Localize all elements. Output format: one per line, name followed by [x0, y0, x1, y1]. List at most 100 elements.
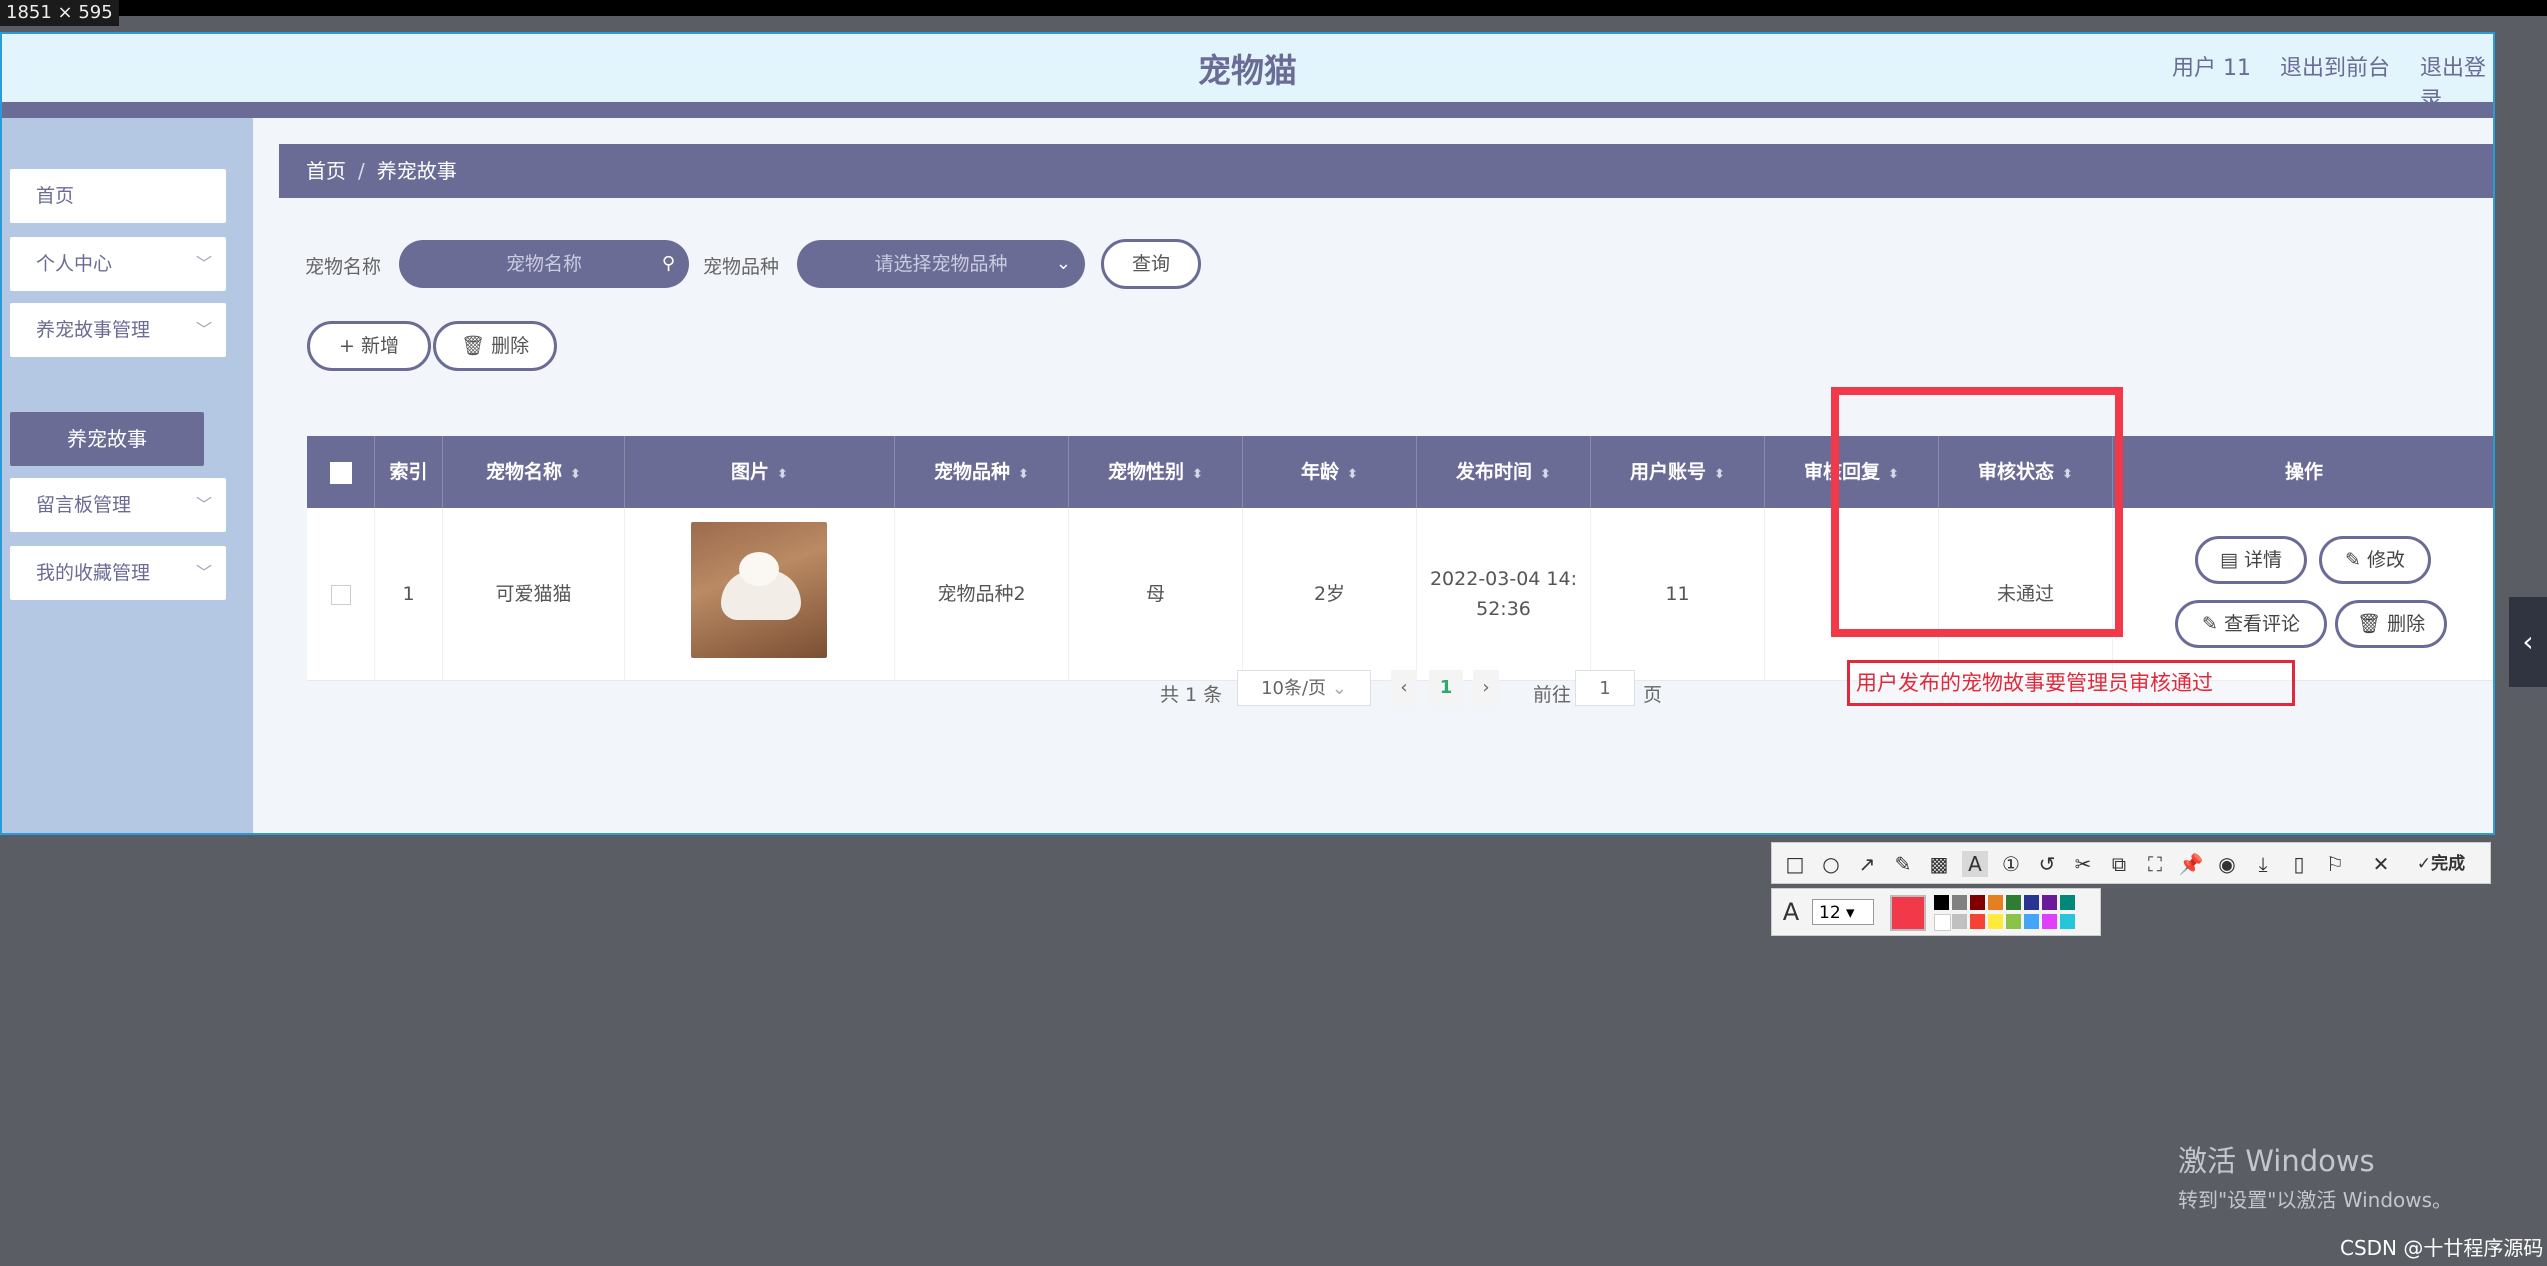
back-to-front-link[interactable]: 退出到前台	[2280, 50, 2390, 82]
close-icon[interactable]: ✕	[2368, 851, 2394, 877]
arrow-tool-icon[interactable]: ↗	[1854, 851, 1880, 877]
pin-icon[interactable]: 📌	[2178, 851, 2204, 877]
current-page[interactable]: 1	[1429, 670, 1463, 706]
sidebar-item-label: 个人中心	[36, 253, 113, 275]
sort-icon[interactable]: ⬍	[1192, 467, 1203, 482]
sort-icon[interactable]: ⬍	[570, 467, 581, 482]
color-swatch[interactable]	[2042, 895, 2057, 910]
column-header[interactable]: 发布时间 ⬍	[1417, 436, 1591, 508]
ellipse-tool-icon[interactable]: ○	[1818, 851, 1844, 877]
pet-photo[interactable]	[691, 522, 827, 658]
column-header[interactable]: 图片 ⬍	[625, 436, 895, 508]
font-size-select[interactable]: 12 ▾	[1812, 899, 1874, 925]
color-swatch[interactable]	[1970, 895, 1985, 910]
next-page-button[interactable]: ›	[1473, 670, 1499, 706]
annotation-text-box[interactable]: 用户发布的宠物故事要管理员审核通过	[1847, 660, 2295, 706]
rectangle-tool-icon[interactable]: □	[1782, 851, 1808, 877]
goto-input[interactable]: 1	[1575, 670, 1635, 706]
pet-breed-label: 宠物品种	[703, 256, 780, 278]
select-all-checkbox[interactable]	[329, 461, 352, 484]
column-header[interactable]: 年龄 ⬍	[1243, 436, 1417, 508]
color-swatch[interactable]	[1934, 914, 1951, 931]
cell-account: 11	[1591, 508, 1765, 680]
phone-icon[interactable]: ▯	[2286, 851, 2312, 877]
color-swatch[interactable]	[2024, 914, 2039, 929]
color-swatch[interactable]	[2006, 914, 2021, 929]
add-button-label: 新增	[360, 335, 399, 357]
pet-name-input[interactable]: 宠物名称 ⚲	[399, 240, 689, 288]
sort-icon[interactable]: ⬍	[1714, 467, 1725, 482]
color-swatch[interactable]	[1952, 895, 1967, 910]
color-swatch[interactable]	[1970, 914, 1985, 929]
document-icon: ▤	[2219, 549, 2238, 571]
query-button[interactable]: 查询	[1101, 239, 1201, 289]
column-header: 索引	[375, 436, 443, 508]
pet-breed-select[interactable]: 请选择宠物品种 ⌄	[797, 240, 1085, 288]
detail-button-label: 详情	[2243, 549, 2282, 571]
sidebar-item-message-board[interactable]: 留言板管理 ﹀	[10, 478, 226, 532]
color-swatch[interactable]	[2042, 914, 2057, 929]
column-header[interactable]: 宠物名称 ⬍	[443, 436, 625, 508]
row-checkbox[interactable]	[330, 584, 351, 605]
pen-tool-icon[interactable]: ✎	[1890, 851, 1916, 877]
logout-link[interactable]: 退出登录	[2420, 50, 2495, 114]
page-size-select[interactable]: 10条/页 ⌄	[1237, 670, 1371, 706]
scissors-icon[interactable]: ✂	[2070, 851, 2096, 877]
download-icon[interactable]: ⤓	[2250, 851, 2276, 877]
color-swatch[interactable]	[2024, 895, 2039, 910]
add-button[interactable]: + 新增	[307, 321, 431, 371]
breadcrumb-home[interactable]: 首页	[306, 159, 346, 183]
done-button[interactable]: ✓完成	[2404, 851, 2478, 877]
copy-icon[interactable]: ⧉	[2106, 851, 2132, 877]
pencil-icon: ✎	[2345, 549, 2361, 571]
column-header[interactable]: 用户账号 ⬍	[1591, 436, 1765, 508]
edit-button[interactable]: ✎ 修改	[2319, 536, 2431, 584]
mosaic-tool-icon[interactable]: ▩	[1926, 851, 1952, 877]
search-icon: ⚲	[661, 253, 675, 274]
text-style-toolbar: A 12 ▾	[1771, 888, 2101, 936]
color-swatch[interactable]	[2006, 895, 2021, 910]
sort-icon[interactable]: ⬍	[1540, 467, 1551, 482]
color-swatch[interactable]	[2060, 895, 2075, 910]
column-header[interactable]: 宠物性别 ⬍	[1069, 436, 1243, 508]
sidebar-item-story-management[interactable]: 养宠故事管理 ﹀	[10, 303, 226, 357]
trash-icon: 🗑	[460, 335, 486, 357]
row-delete-button[interactable]: 🗑 删除	[2335, 600, 2447, 648]
prev-page-button[interactable]: ‹	[1391, 670, 1417, 706]
detail-button[interactable]: ▤ 详情	[2195, 536, 2307, 584]
collapse-panel-tab[interactable]: ‹	[2509, 597, 2547, 687]
sort-icon[interactable]: ⬍	[777, 467, 788, 482]
view-comments-button[interactable]: ✎ 查看评论	[2175, 600, 2327, 648]
sidebar-item-personal-center[interactable]: 个人中心 ﹀	[10, 237, 226, 291]
color-swatch[interactable]	[1952, 914, 1967, 929]
cell-actions: ▤ 详情 ✎ 修改 ✎ 查看评论 🗑 删除	[2113, 508, 2495, 680]
bookmark-icon[interactable]: ⚐	[2322, 851, 2348, 877]
watermark-line2: 转到"设置"以激活 Windows。	[2178, 1188, 2453, 1212]
cell-age: 2岁	[1243, 508, 1417, 680]
color-swatch[interactable]	[1988, 895, 2003, 910]
delete-button[interactable]: 🗑 删除	[433, 321, 557, 371]
page-title: 宠物猫	[1198, 51, 1297, 90]
sidebar-subitem-pet-story[interactable]: 养宠故事	[10, 412, 204, 466]
column-header[interactable]: 宠物品种 ⬍	[895, 436, 1069, 508]
sort-icon[interactable]: ⬍	[1347, 467, 1358, 482]
undo-icon[interactable]: ↺	[2034, 851, 2060, 877]
top-black-bar	[0, 0, 2547, 16]
color-swatch[interactable]	[2060, 914, 2075, 929]
sidebar-item-home[interactable]: 首页	[10, 169, 226, 223]
check-icon: ✓	[2416, 854, 2432, 874]
csdn-watermark: CSDN @十廿程序源码	[2340, 1236, 2544, 1260]
text-tool-icon[interactable]: A	[1962, 851, 1988, 877]
view-comments-label: 查看评论	[2223, 613, 2300, 635]
user-link[interactable]: 用户 11	[2172, 50, 2251, 82]
record-icon[interactable]: ◉	[2214, 851, 2240, 877]
scan-icon[interactable]: ⛶	[2142, 851, 2168, 877]
color-swatch[interactable]	[1934, 895, 1949, 910]
number-tool-icon[interactable]: ①	[1998, 851, 2024, 877]
color-swatch[interactable]	[1988, 914, 2003, 929]
sidebar-item-favorites[interactable]: 我的收藏管理 ﹀	[10, 546, 226, 600]
sidebar-item-label: 养宠故事管理	[36, 319, 151, 341]
current-color-swatch[interactable]	[1890, 895, 1926, 931]
sort-icon[interactable]: ⬍	[1018, 467, 1029, 482]
pet-breed-placeholder: 请选择宠物品种	[874, 253, 1008, 275]
